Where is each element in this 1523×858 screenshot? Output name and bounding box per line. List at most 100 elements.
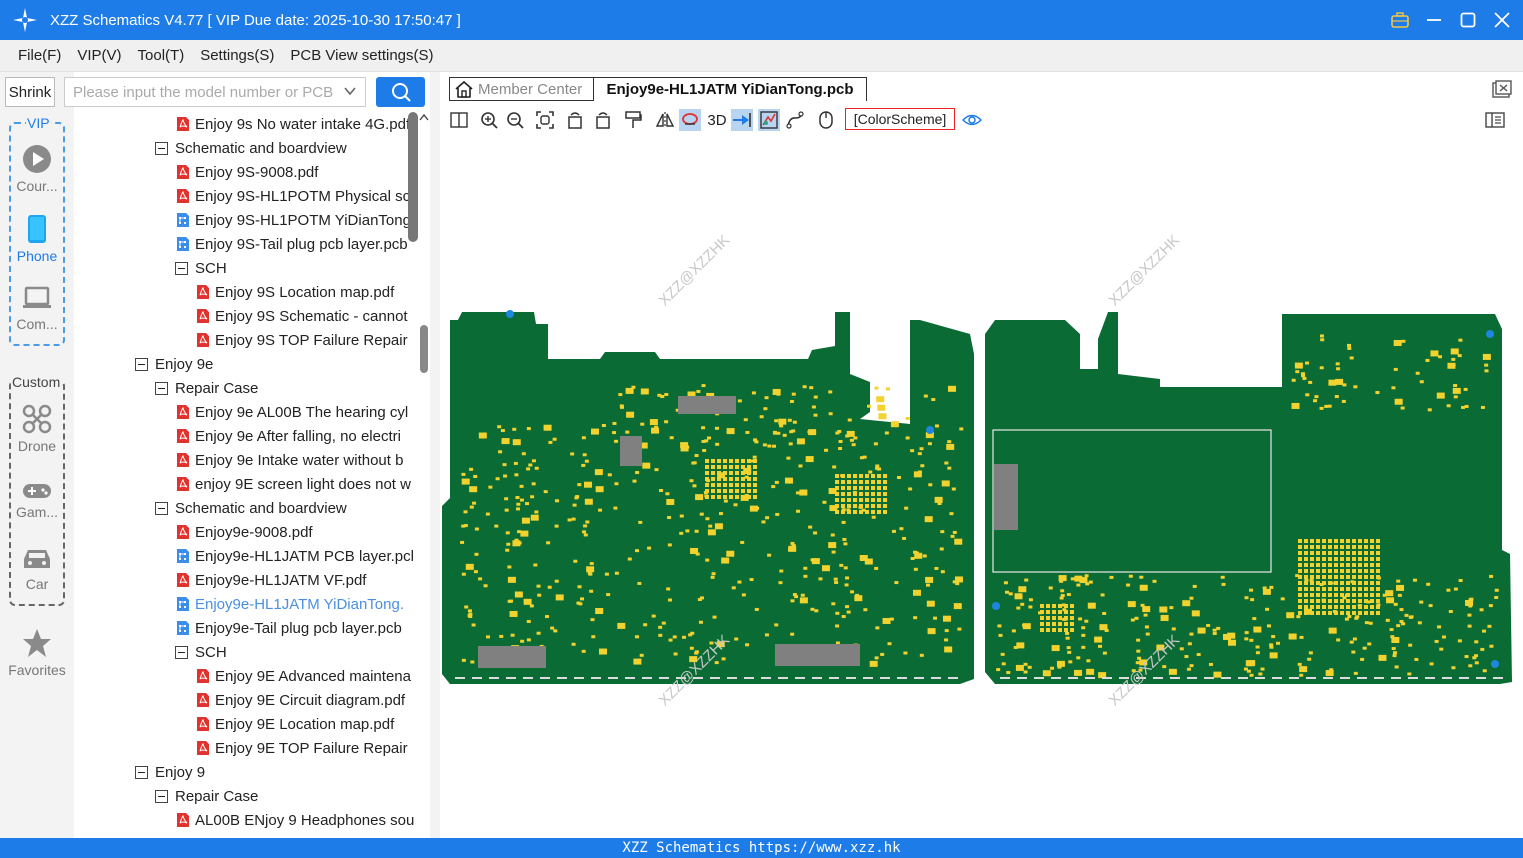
menu-settings[interactable]: Settings(S) — [200, 47, 274, 64]
tree-file[interactable]: Enjoy 9S-Tail plug pcb layer.pcb — [176, 232, 408, 256]
tree-file[interactable]: Enjoy 9S-HL1POTM Physical sca — [176, 184, 418, 208]
minimize-button[interactable] — [1423, 9, 1445, 31]
pcb-canvas[interactable]: XZZ@XZZHK XZZ@XZZHK XZZ@XZZHK XZZ@XZZHK — [440, 134, 1523, 838]
search-input[interactable]: Please input the model number or PCB — [64, 77, 366, 107]
pcb-pad — [530, 514, 539, 521]
fit-view-button[interactable] — [534, 109, 556, 131]
tree-file[interactable]: Enjoy 9E Location map.pdf — [196, 712, 394, 736]
tree-file[interactable]: Enjoy9e-9008.pdf — [176, 520, 313, 544]
split-view-button[interactable] — [448, 109, 470, 131]
rail-item-drone[interactable]: Drone — [0, 404, 74, 454]
maximize-button[interactable] — [1457, 9, 1479, 31]
tree-folder[interactable]: SCH — [175, 256, 227, 280]
pcb-pad — [1260, 667, 1265, 671]
rotate-right-button[interactable] — [592, 109, 614, 131]
color-scheme-button[interactable]: [ColorScheme] — [845, 108, 955, 130]
collapse-toggle-icon[interactable] — [135, 357, 148, 371]
tree-file[interactable]: Enjoy 9E TOP Failure Repair — [196, 736, 408, 760]
rail-item-courses[interactable]: Cour... — [0, 144, 74, 194]
collapse-toggle-icon[interactable] — [155, 789, 168, 803]
flip-button[interactable] — [731, 109, 753, 131]
tree-file[interactable]: Enjoy9e-HL1JATM VF.pdf — [176, 568, 366, 592]
tree-file[interactable]: Enjoy9e-Tail plug pcb layer.pcb — [176, 616, 402, 640]
tree-folder[interactable]: Repair Case — [155, 376, 258, 400]
tree-file[interactable]: Enjoy 9S-HL1POTM YiDianTong — [176, 208, 411, 232]
pcb-pad — [1392, 654, 1397, 658]
tree-folder[interactable]: Enjoy 9e — [135, 352, 213, 376]
tree-folder[interactable]: Enjoy 9 — [135, 760, 205, 784]
tree-file[interactable]: Enjoy9e-HL1JATM PCB layer.pcl — [176, 544, 414, 568]
zoom-out-button[interactable] — [504, 109, 526, 131]
pcb-pad — [604, 572, 609, 576]
close-button[interactable] — [1491, 9, 1513, 31]
tree-file[interactable]: Enjoy 9S TOP Failure Repair — [196, 328, 408, 352]
tree-folder[interactable]: SCH — [175, 640, 227, 664]
tree-file[interactable]: Enjoy 9e AL00B The hearing cyl — [176, 400, 408, 424]
tree-file[interactable]: Enjoy 9s No water intake 4G.pdf — [176, 112, 410, 136]
rail-item-computer[interactable]: Com... — [0, 286, 74, 332]
collapse-toggle-icon[interactable] — [155, 141, 168, 155]
rail-item-favorites[interactable]: Favorites — [0, 628, 74, 678]
scroll-up-icon[interactable] — [418, 112, 430, 124]
divider-handle[interactable] — [420, 325, 428, 373]
menu-vip[interactable]: VIP(V) — [77, 47, 121, 64]
tab-active-file[interactable]: Enjoy9e-HL1JATM YiDianTong.pcb — [593, 77, 867, 101]
pcb-pad — [1484, 363, 1489, 367]
pcb-boardview[interactable] — [440, 134, 1523, 838]
trace-button[interactable] — [784, 109, 806, 131]
mirror-button[interactable] — [654, 109, 676, 131]
menu-file[interactable]: File(F) — [18, 47, 61, 64]
tree-file[interactable]: Enjoy 9e After falling, no electri — [176, 424, 401, 448]
net-highlight-button[interactable] — [679, 109, 701, 131]
tree-scrollbar[interactable] — [408, 112, 418, 242]
pcb-pad — [1463, 387, 1468, 391]
pdf-file-icon — [197, 285, 209, 299]
shrink-button[interactable]: Shrink — [5, 77, 55, 107]
collapse-toggle-icon[interactable] — [155, 501, 168, 515]
panel-divider[interactable] — [430, 72, 440, 838]
tree-file[interactable]: Enjoy 9e Intake water without b — [176, 448, 403, 472]
layer-toggle-button[interactable] — [758, 109, 780, 131]
pcb-bga-pad — [723, 483, 727, 487]
collapse-toggle-icon[interactable] — [175, 261, 188, 275]
tree-file[interactable]: Enjoy 9E Advanced maintena — [196, 664, 411, 688]
close-tabs-icon[interactable] — [1492, 80, 1512, 98]
rail-item-phone[interactable]: Phone — [0, 214, 74, 264]
tree-file[interactable]: Enjoy 9S Schematic - cannot — [196, 304, 408, 328]
rail-item-car[interactable]: Car — [0, 546, 74, 592]
briefcase-icon[interactable] — [1389, 9, 1411, 31]
visibility-button[interactable] — [961, 109, 983, 131]
menu-tool[interactable]: Tool(T) — [138, 47, 185, 64]
pcb-bga-pad — [735, 465, 739, 469]
pcb-bga-pad — [1064, 616, 1068, 620]
collapse-toggle-icon[interactable] — [175, 645, 188, 659]
tree-file[interactable]: Enjoy 9S Location map.pdf — [196, 280, 394, 304]
tree-folder[interactable]: Repair Case — [155, 784, 258, 808]
tree-file[interactable]: Enjoy 9E Circuit diagram.pdf — [196, 688, 405, 712]
tree-folder[interactable]: Schematic and boardview — [155, 496, 347, 520]
tree-file[interactable]: Enjoy 9S-9008.pdf — [176, 160, 318, 184]
pcb-bga-pad — [711, 471, 715, 475]
tree-label: Enjoy 9s No water intake 4G.pdf — [195, 115, 411, 133]
tree-file[interactable]: Enjoy9e-HL1JATM YiDianTong. — [176, 592, 404, 616]
tree-file[interactable]: enjoy 9E screen light does not w — [176, 472, 411, 496]
pcb-pad — [633, 658, 642, 665]
zoom-in-button[interactable] — [478, 109, 500, 131]
collapse-toggle-icon[interactable] — [135, 765, 148, 779]
3d-view-button[interactable]: 3D — [705, 109, 729, 131]
tree-file[interactable]: AL00B ENjoy 9 Headphones sou — [176, 808, 414, 832]
rotate-left-button[interactable] — [564, 109, 586, 131]
pcb-pad — [1086, 668, 1095, 675]
chevron-down-icon[interactable] — [343, 84, 357, 98]
menu-pcb-view-settings[interactable]: PCB View settings(S) — [290, 47, 433, 64]
side-panel-button[interactable] — [1484, 109, 1506, 131]
mouse-mode-button[interactable] — [815, 109, 837, 131]
format-painter-button[interactable] — [622, 109, 644, 131]
tree-folder[interactable]: Schematic and boardview — [155, 136, 347, 160]
collapse-toggle-icon[interactable] — [155, 381, 168, 395]
search-button[interactable] — [376, 77, 425, 107]
pcb-bga-pad — [1358, 599, 1362, 603]
rail-item-games[interactable]: Gam... — [0, 482, 74, 520]
pcb-pad — [1453, 384, 1458, 388]
pcb-edge-mark — [1357, 677, 1367, 679]
